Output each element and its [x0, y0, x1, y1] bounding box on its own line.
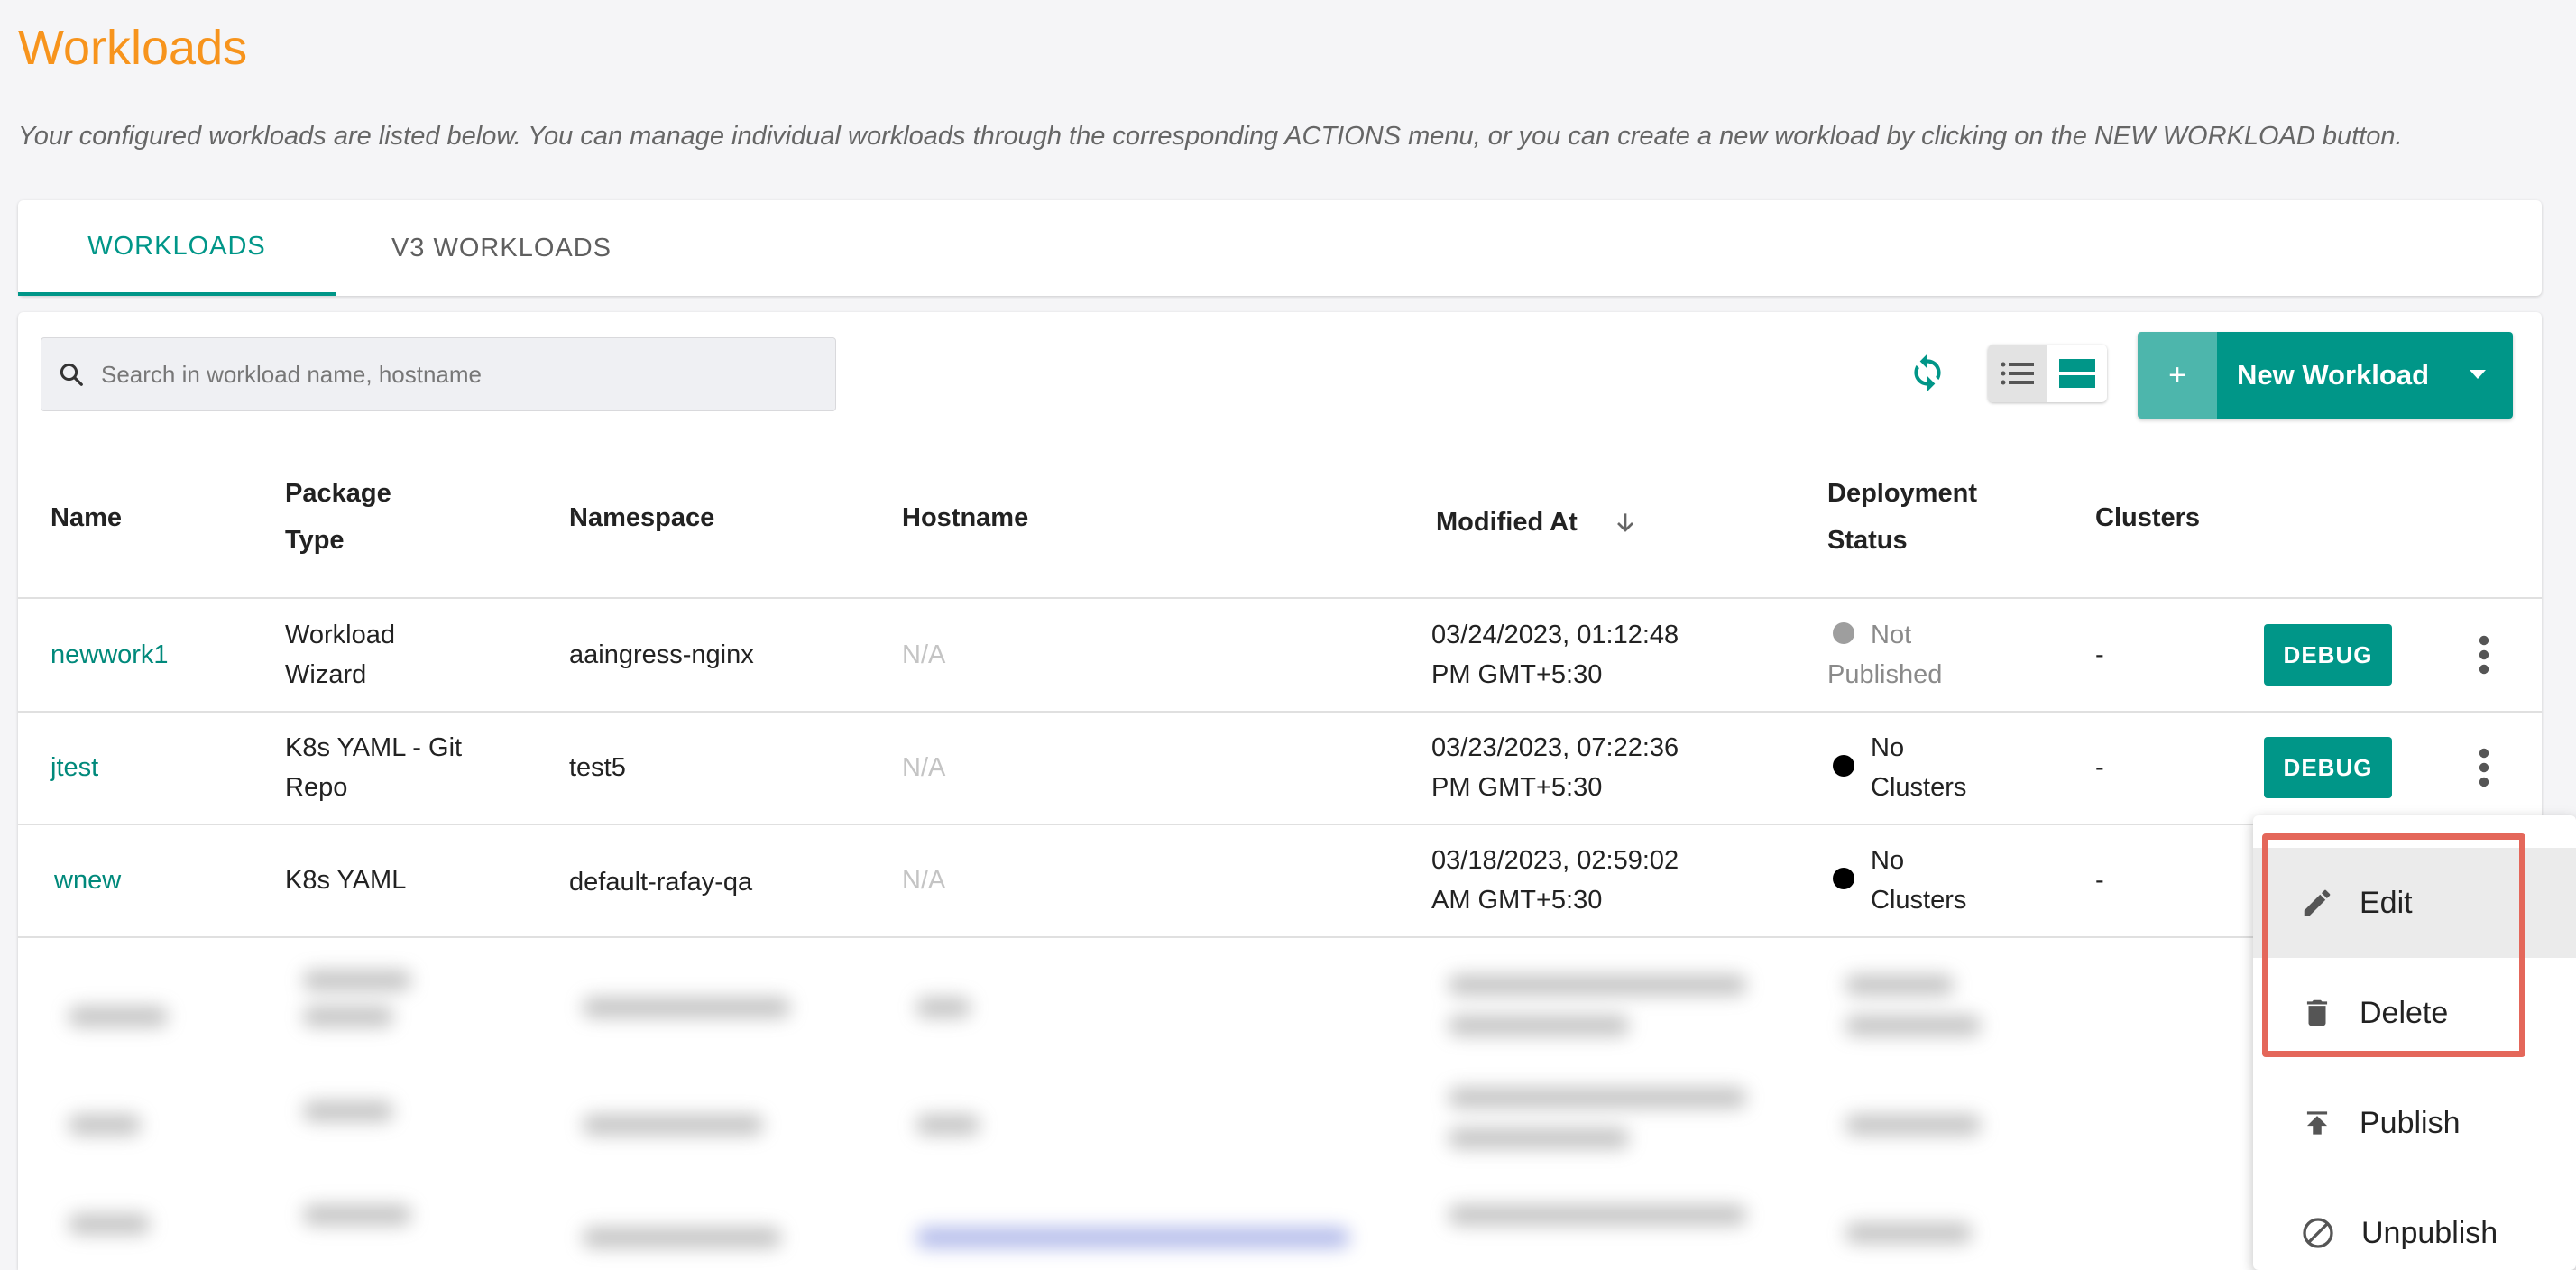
- column-header-package-type-1[interactable]: Package: [285, 471, 391, 516]
- clusters: -: [2095, 640, 2104, 669]
- blurred-rows: [32, 952, 2260, 1270]
- plus-icon: +: [2138, 332, 2217, 419]
- list-view-button[interactable]: [1988, 345, 2047, 402]
- search-input[interactable]: [101, 360, 823, 389]
- package-type: K8s YAML - Git: [285, 733, 463, 762]
- debug-button[interactable]: DEBUG: [2264, 624, 2392, 686]
- deployment-status: Not: [1871, 621, 1912, 649]
- package-type: Workload: [285, 621, 395, 649]
- menu-item-label: Publish: [2360, 1105, 2461, 1140]
- row-divider: [18, 936, 2542, 938]
- workload-name-link[interactable]: jtest: [51, 748, 98, 787]
- modified-at: 03/18/2023, 02:59:02: [1431, 846, 1679, 875]
- modified-at: PM GMT+5:30: [1431, 660, 1603, 689]
- menu-item-publish[interactable]: Publish: [2253, 1068, 2576, 1178]
- deployment-status: Published: [1827, 660, 1943, 689]
- dropdown-caret-icon[interactable]: [2470, 370, 2486, 379]
- workload-name-link[interactable]: wnew: [54, 860, 121, 900]
- deployment-status: No: [1871, 846, 1905, 875]
- hostname: N/A: [902, 640, 946, 669]
- column-header-namespace[interactable]: Namespace: [569, 495, 714, 540]
- modified-at: AM GMT+5:30: [1431, 886, 1603, 915]
- new-workload-label: New Workload: [2217, 332, 2513, 419]
- refresh-icon[interactable]: [1905, 350, 1950, 395]
- menu-item-label: Unpublish: [2361, 1215, 2498, 1250]
- page-title: Workloads: [18, 21, 248, 75]
- menu-item-delete[interactable]: Delete: [2253, 958, 2576, 1068]
- row-divider: [18, 824, 2542, 825]
- column-header-hostname[interactable]: Hostname: [902, 495, 1028, 540]
- column-header-modified-at[interactable]: Modified At: [1436, 500, 1578, 545]
- more-vert-icon[interactable]: [2466, 628, 2502, 682]
- status-dot: [1833, 755, 1854, 777]
- menu-item-label: Delete: [2360, 995, 2449, 1030]
- workload-name-link[interactable]: newwork1: [51, 635, 169, 675]
- modified-at: 03/24/2023, 01:12:48: [1431, 621, 1679, 649]
- header-divider: [18, 597, 2542, 599]
- package-type: Repo: [285, 773, 348, 802]
- package-type: Wizard: [285, 660, 367, 689]
- column-header-clusters[interactable]: Clusters: [2095, 495, 2200, 540]
- actions-menu: Edit Delete Publish Unpublish: [2253, 815, 2576, 1270]
- modified-at: PM GMT+5:30: [1431, 773, 1603, 802]
- row-divider: [18, 711, 2542, 713]
- menu-item-edit[interactable]: Edit: [2253, 848, 2576, 958]
- deployment-status: Clusters: [1871, 773, 1967, 802]
- status-dot: [1833, 868, 1854, 889]
- package-type: K8s YAML: [285, 866, 407, 895]
- column-header-deployment-status-1[interactable]: Deployment: [1827, 471, 1977, 516]
- view-toggle: [1988, 345, 2107, 402]
- new-workload-button[interactable]: + New Workload: [2138, 332, 2513, 419]
- search-icon: [60, 363, 83, 386]
- block-icon: [2303, 1218, 2333, 1248]
- search-box: [41, 337, 836, 411]
- trash-icon: [2306, 999, 2328, 1026]
- workloads-table-card: + New Workload Name Package Type Namespa…: [18, 312, 2542, 1270]
- tabs-bar: WORKLOADS V3 WORKLOADS: [18, 200, 2542, 296]
- deployment-status: Clusters: [1871, 886, 1967, 915]
- more-vert-icon[interactable]: [2466, 741, 2502, 795]
- hostname: N/A: [902, 866, 946, 895]
- hostname: N/A: [902, 753, 946, 782]
- card-view-icon: [2059, 359, 2095, 388]
- pencil-icon: [2304, 889, 2331, 916]
- status-dot: [1833, 622, 1854, 644]
- deployment-status: No: [1871, 733, 1905, 762]
- menu-item-label: Edit: [2360, 885, 2413, 920]
- column-header-deployment-status-2[interactable]: Status: [1827, 518, 1908, 563]
- sort-arrow-down-icon[interactable]: [1611, 509, 1640, 538]
- list-icon: [2001, 362, 2034, 385]
- tab-v3-workloads[interactable]: V3 WORKLOADS: [343, 200, 660, 296]
- menu-item-unpublish[interactable]: Unpublish: [2253, 1178, 2576, 1270]
- tab-workloads[interactable]: WORKLOADS: [18, 200, 336, 296]
- namespace: aaingress-nginx: [569, 640, 754, 669]
- modified-at: 03/23/2023, 07:22:36: [1431, 733, 1679, 762]
- card-view-button[interactable]: [2047, 345, 2107, 402]
- clusters: -: [2095, 753, 2104, 782]
- column-header-name[interactable]: Name: [51, 495, 122, 540]
- namespace: test5: [569, 753, 626, 782]
- namespace: default-rafay-qa: [569, 868, 753, 897]
- publish-icon: [2306, 1111, 2328, 1135]
- column-header-package-type-2[interactable]: Type: [285, 518, 345, 563]
- page-description: Your configured workloads are listed bel…: [18, 122, 2403, 151]
- clusters: -: [2095, 866, 2104, 895]
- debug-button[interactable]: DEBUG: [2264, 737, 2392, 798]
